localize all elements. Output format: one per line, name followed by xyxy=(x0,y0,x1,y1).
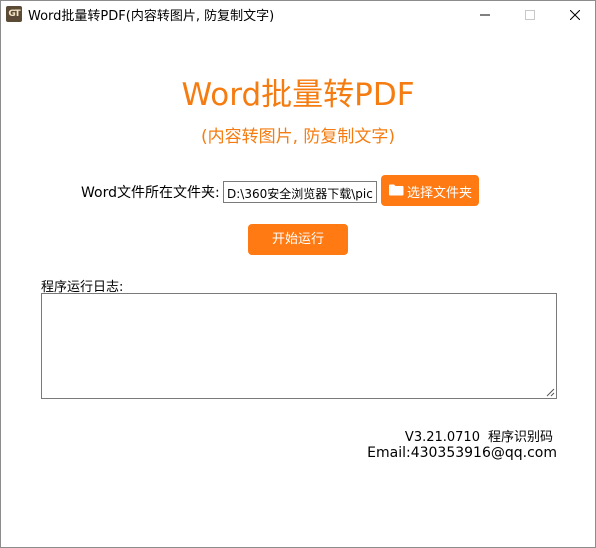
page-title: Word批量转PDF xyxy=(181,77,415,113)
window-title: Word批量转PDF(内容转图片, 防复制文字) xyxy=(28,9,275,24)
version-info: V3.21.0710 程序识别码 xyxy=(405,426,553,445)
app-window: GT Word批量转PDF(内容转图片, 防复制文字) Word批量转PDF (… xyxy=(0,0,596,548)
close-button[interactable] xyxy=(552,1,595,29)
email-contact: Email:430353916@qq.com xyxy=(367,445,557,461)
log-textarea[interactable] xyxy=(41,293,557,399)
version-number: V3.21.0710 xyxy=(404,430,480,445)
maximize-button[interactable] xyxy=(507,1,553,29)
close-icon xyxy=(570,10,580,20)
folder-icon xyxy=(389,184,404,196)
page-subtitle: (内容转图片, 防复制文字) xyxy=(200,127,396,147)
resize-grip-icon[interactable] xyxy=(546,388,555,397)
select-folder-label: 选择文件夹 xyxy=(407,186,473,201)
folder-label: Word文件所在文件夹: xyxy=(81,185,220,201)
start-button[interactable]: 开始运行 xyxy=(248,224,348,255)
select-folder-button[interactable]: 选择文件夹 xyxy=(381,175,479,206)
maximize-icon xyxy=(525,10,535,20)
folder-path-input[interactable]: D:\360安全浏览器下载\pic xyxy=(223,181,377,203)
title-bar[interactable]: GT Word批量转PDF(内容转图片, 防复制文字) xyxy=(1,1,595,31)
machine-code-link[interactable]: 程序识别码 xyxy=(488,430,553,445)
app-icon: GT xyxy=(6,6,22,22)
minimize-icon xyxy=(480,14,490,16)
minimize-button[interactable] xyxy=(462,1,508,29)
